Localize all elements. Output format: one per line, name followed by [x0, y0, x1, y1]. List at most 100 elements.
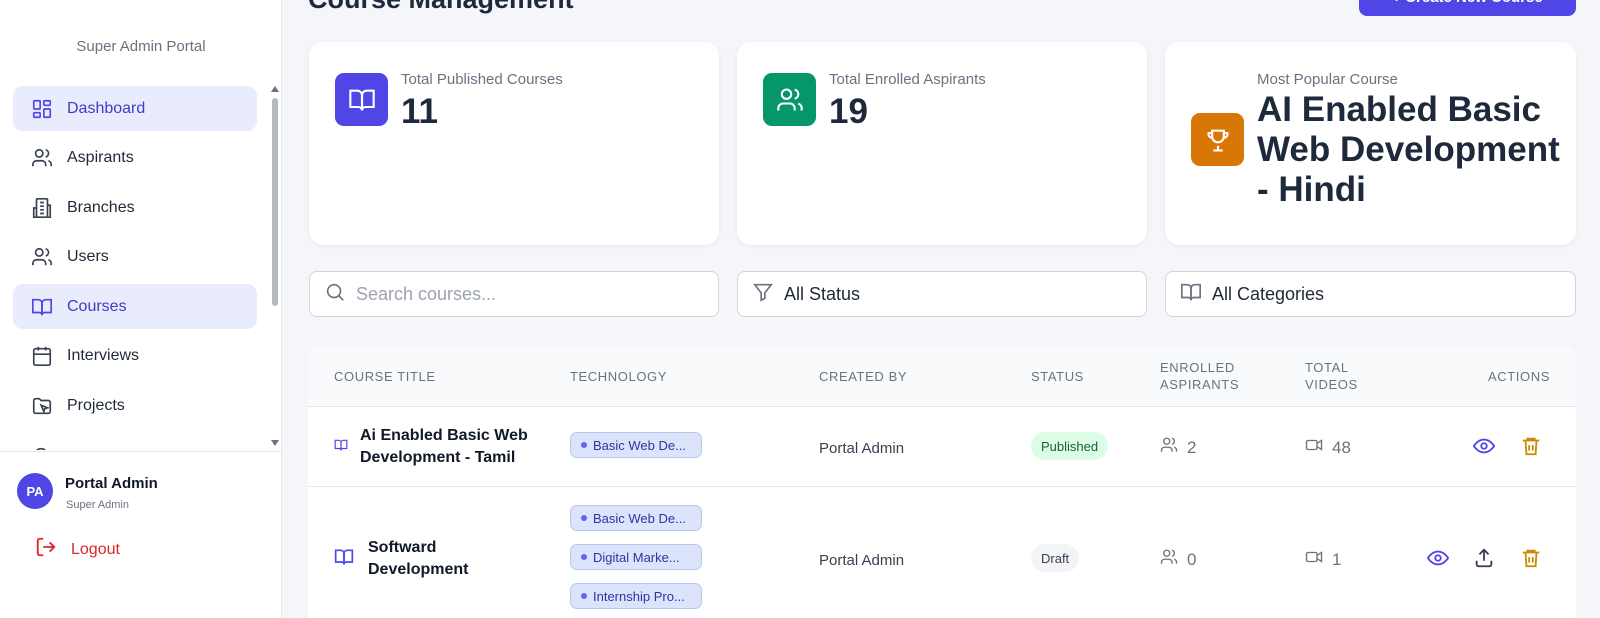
- videos-value: 48: [1332, 437, 1351, 457]
- sidebar-footer: PA Portal Admin Super Admin Logout: [0, 451, 281, 618]
- tag-dot: [581, 593, 587, 599]
- scroll-up-arrow-icon[interactable]: [271, 86, 279, 92]
- book-open-icon: [335, 73, 388, 126]
- search-icon: [31, 445, 53, 450]
- sidebar-scrollbar[interactable]: [271, 86, 279, 450]
- table-header: COURSE TITLE TECHNOLOGY CREATED BY STATU…: [308, 346, 1576, 407]
- users-icon: [31, 246, 53, 268]
- category-filter-select[interactable]: All Categories: [1165, 271, 1576, 317]
- tag-dot: [581, 515, 587, 521]
- sidebar-item-users[interactable]: Users: [13, 235, 257, 280]
- delete-trash-icon[interactable]: [1520, 435, 1542, 457]
- scroll-thumb[interactable]: [272, 98, 278, 306]
- sidebar-item-interviews[interactable]: Interviews: [13, 334, 257, 379]
- sidebar-item-label: Aspirants: [67, 149, 134, 167]
- sidebar-item-label: Projects: [67, 397, 125, 415]
- column-header-status: STATUS: [1031, 369, 1084, 384]
- tag-dot: [581, 554, 587, 560]
- technology-tag: Basic Web De...: [570, 432, 702, 458]
- stat-value: 11: [401, 92, 438, 131]
- status-filter-value: All Status: [784, 283, 861, 304]
- status-filter-select[interactable]: All Status: [737, 271, 1147, 317]
- sidebar: Super Admin Portal Dashboard Aspirants B…: [0, 0, 282, 618]
- sidebar-item-label: Interviews: [67, 347, 140, 365]
- portal-title: Super Admin Portal: [76, 38, 206, 55]
- course-title: Softward Development: [368, 539, 469, 578]
- video-count: 48: [1305, 436, 1351, 459]
- logout-icon: [35, 536, 71, 563]
- technology-tag-label: Digital Marke...: [593, 549, 680, 565]
- table-row[interactable]: Ai Enabled Basic Web Development - Tamil…: [308, 407, 1576, 487]
- logout-button[interactable]: Logout: [35, 536, 120, 563]
- video-icon: [1305, 548, 1332, 571]
- enrolled-count: 2: [1160, 436, 1196, 459]
- search-input[interactable]: Search courses...: [309, 271, 719, 317]
- technology-tag-label: Internship Pro...: [593, 588, 685, 604]
- courses-table: COURSE TITLE TECHNOLOGY CREATED BY STATU…: [308, 346, 1576, 618]
- column-header-videos: TOTAL VIDEOS: [1305, 360, 1358, 392]
- trophy-icon: [1191, 113, 1244, 166]
- view-eye-icon[interactable]: [1472, 435, 1496, 457]
- search-icon: [324, 281, 356, 308]
- stat-card-published: Total Published Courses 11: [309, 42, 719, 245]
- create-course-button[interactable]: + Create New Course: [1359, 0, 1576, 16]
- filter-icon: [752, 281, 784, 308]
- users-icon: [1160, 436, 1187, 459]
- course-title-cell[interactable]: Ai Enabled Basic Web Development - Tamil: [334, 425, 534, 469]
- sidebar-item-aspirants[interactable]: Aspirants: [13, 136, 257, 181]
- book-open-icon: [1180, 281, 1212, 308]
- stat-label: Total Enrolled Aspirants: [829, 71, 986, 88]
- delete-trash-icon[interactable]: [1520, 547, 1542, 569]
- sidebar-nav: Dashboard Aspirants Branches Users Cours…: [13, 86, 257, 450]
- technology-tag: Internship Pro...: [570, 583, 702, 609]
- stat-value: AI Enabled Basic Web Development - Hindi: [1257, 90, 1560, 209]
- column-header-actions: ACTIONS: [1488, 369, 1550, 384]
- book-open-icon: [31, 296, 53, 318]
- search-placeholder: Search courses...: [356, 283, 497, 304]
- video-count: 1: [1305, 548, 1341, 571]
- course-title-cell[interactable]: Softward Development: [334, 537, 534, 581]
- sidebar-item-courses[interactable]: Courses: [13, 284, 257, 330]
- course-title: Ai Enabled Basic Web Development - Tamil: [360, 427, 528, 466]
- view-eye-icon[interactable]: [1426, 547, 1450, 569]
- logout-label: Logout: [71, 540, 120, 558]
- technology-tag: Digital Marke...: [570, 544, 702, 570]
- sidebar-item-partial[interactable]: [13, 433, 257, 450]
- column-header-title: COURSE TITLE: [334, 369, 436, 384]
- user-role: Super Admin: [66, 499, 129, 511]
- sidebar-item-label: Courses: [67, 297, 127, 315]
- dashboard-icon: [31, 98, 53, 120]
- category-filter-value: All Categories: [1212, 283, 1325, 304]
- status-badge: Draft: [1031, 544, 1080, 572]
- enrolled-value: 0: [1187, 549, 1197, 569]
- table-row[interactable]: Softward Development Basic Web De... Dig…: [308, 488, 1576, 618]
- calendar-icon: [31, 345, 53, 367]
- building-icon: [31, 197, 53, 219]
- column-header-enrolled: ENROLLED ASPIRANTS: [1160, 360, 1240, 392]
- technology-tag: Basic Web De...: [570, 505, 702, 531]
- stat-card-popular: Most Popular Course AI Enabled Basic Web…: [1165, 42, 1576, 245]
- status-badge: Published: [1031, 432, 1109, 460]
- technology-tag-label: Basic Web De...: [593, 437, 686, 453]
- tag-dot: [581, 442, 587, 448]
- users-icon: [763, 73, 816, 126]
- sidebar-item-dashboard[interactable]: Dashboard: [13, 86, 257, 131]
- created-by: Portal Admin: [819, 552, 905, 569]
- stat-label: Total Published Courses: [401, 71, 563, 88]
- stat-card-enrolled: Total Enrolled Aspirants 19: [737, 42, 1147, 245]
- avatar[interactable]: PA: [17, 473, 53, 509]
- book-open-icon: [334, 547, 368, 572]
- publish-upload-icon[interactable]: [1473, 547, 1495, 569]
- sidebar-item-projects[interactable]: Projects: [13, 384, 257, 429]
- enrolled-count: 0: [1160, 548, 1196, 571]
- video-icon: [1305, 436, 1332, 459]
- sidebar-item-label: Users: [67, 248, 109, 266]
- sidebar-item-label: Dashboard: [67, 99, 146, 117]
- created-by: Portal Admin: [819, 440, 905, 457]
- column-header-created-by: CREATED BY: [819, 369, 908, 384]
- scroll-down-arrow-icon[interactable]: [271, 440, 279, 446]
- sidebar-item-branches[interactable]: Branches: [13, 185, 257, 230]
- stat-label: Most Popular Course: [1257, 71, 1398, 88]
- enrolled-value: 2: [1187, 437, 1197, 457]
- folder-icon: [31, 395, 53, 417]
